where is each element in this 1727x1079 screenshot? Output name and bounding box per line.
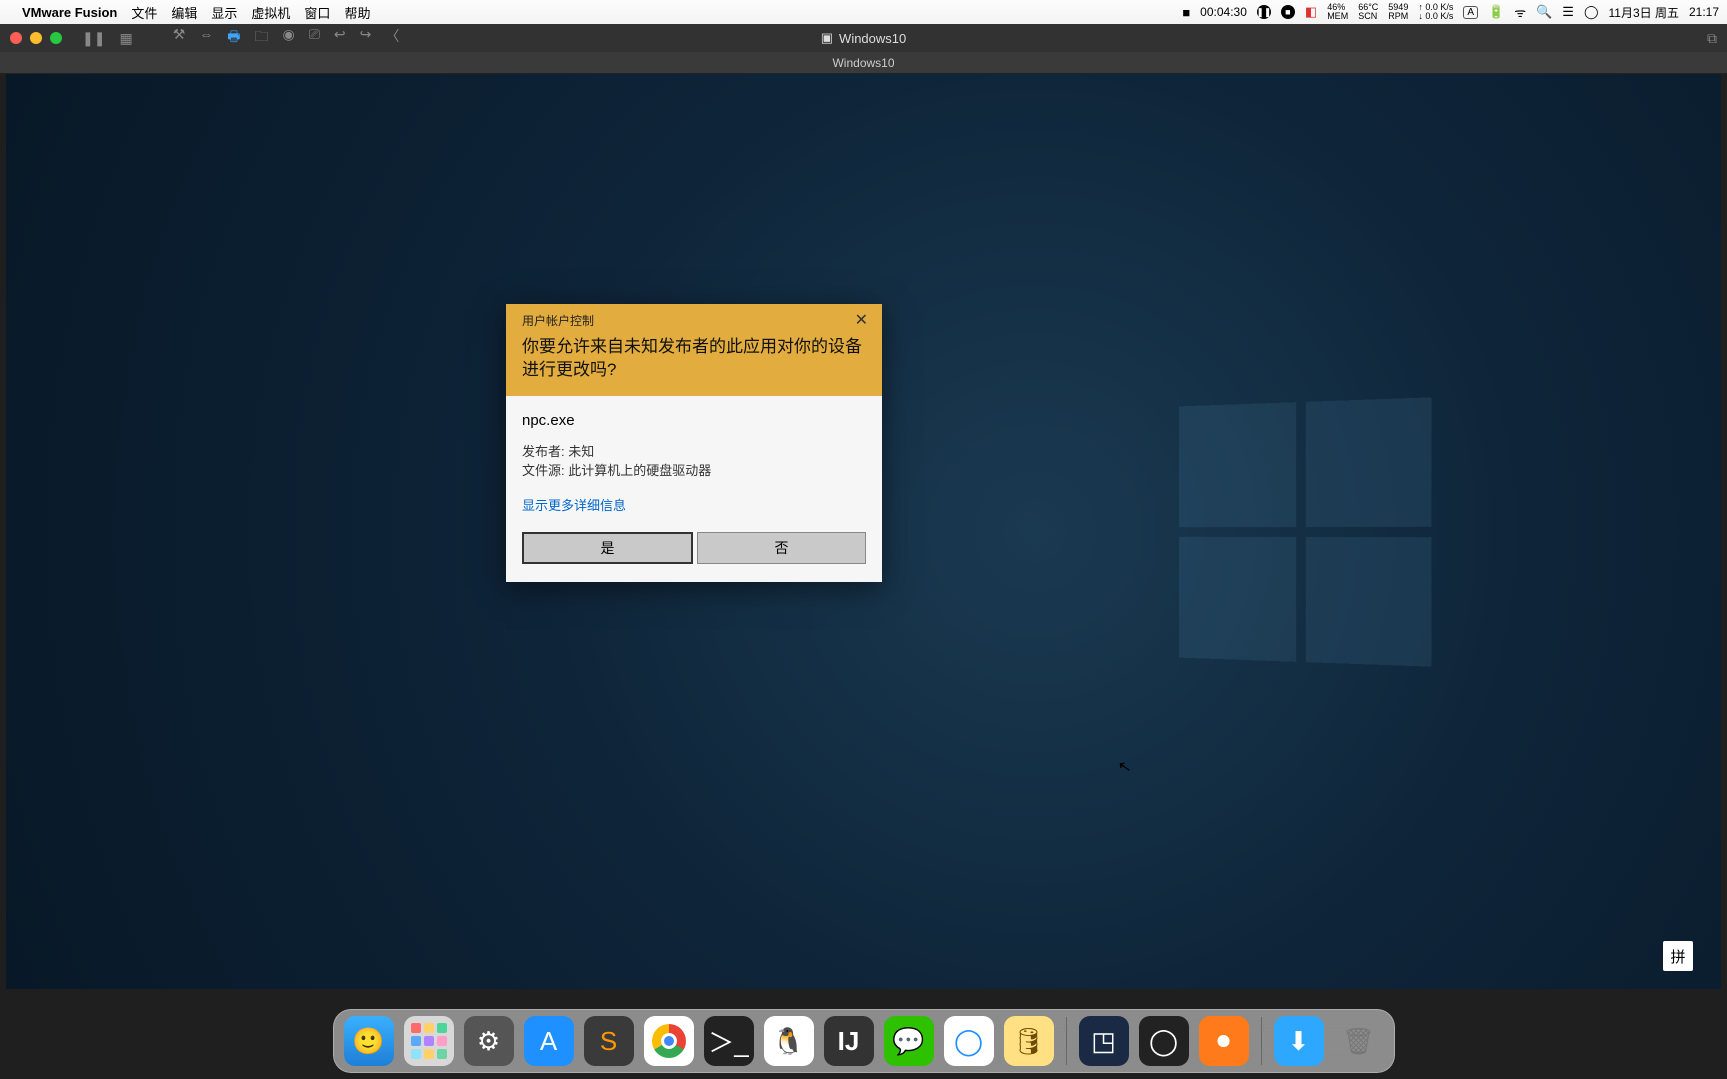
- pause-icon[interactable]: ❚❚: [82, 30, 105, 47]
- ime-badge[interactable]: 拼: [1663, 941, 1693, 971]
- mouse-cursor: ↖: [1116, 756, 1133, 778]
- tool-icon[interactable]: ⚒: [173, 26, 186, 50]
- dock-vmware[interactable]: ◳: [1079, 1016, 1129, 1066]
- battery-icon[interactable]: 🔋: [1488, 4, 1504, 20]
- close-button[interactable]: [10, 32, 22, 44]
- window-title: Windows10: [839, 31, 906, 46]
- dock-chrome[interactable]: [644, 1016, 694, 1066]
- status-icon[interactable]: ◧: [1305, 4, 1317, 20]
- camera-icon[interactable]: ⎚: [309, 26, 320, 50]
- vm-tab[interactable]: Windows10: [832, 56, 894, 70]
- dock-finder[interactable]: 🙂: [344, 1016, 394, 1066]
- chevron-left-icon[interactable]: 〈: [385, 26, 399, 50]
- uac-details-link[interactable]: 显示更多详细信息: [522, 495, 626, 514]
- dock-wechat[interactable]: 💬: [884, 1016, 934, 1066]
- net-stat: ↑ 0.0 K/s↓ 0.0 K/s: [1418, 3, 1453, 21]
- dock-settings[interactable]: ⚙: [464, 1016, 514, 1066]
- menubar-time[interactable]: 21:17: [1689, 5, 1719, 19]
- temp-stat: 66°CSCN: [1358, 3, 1378, 21]
- minimize-button[interactable]: [30, 32, 42, 44]
- uac-no-button[interactable]: 否: [697, 532, 866, 564]
- folder-icon[interactable]: 🗀: [254, 26, 268, 50]
- input-indicator[interactable]: A: [1463, 6, 1478, 19]
- uac-meta: 发布者: 未知 文件源: 此计算机上的硬盘驱动器: [522, 443, 866, 481]
- traffic-lights: [10, 32, 62, 44]
- wifi-icon[interactable]: ᯤ: [1514, 3, 1526, 21]
- print-icon[interactable]: 🖶: [227, 26, 240, 50]
- control-center-icon[interactable]: ☰: [1562, 4, 1574, 20]
- app-name[interactable]: VMware Fusion: [22, 5, 117, 20]
- dock-launchpad[interactable]: [404, 1016, 454, 1066]
- uac-program-name: npc.exe: [522, 412, 866, 429]
- close-icon[interactable]: ✕: [851, 310, 872, 330]
- popout-icon[interactable]: ⧉: [1707, 30, 1717, 47]
- menu-vm[interactable]: 虚拟机: [251, 3, 290, 22]
- stop-icon[interactable]: ■: [1281, 5, 1295, 19]
- menu-window[interactable]: 窗口: [304, 3, 330, 22]
- dock: 🙂 ⚙ A S ＞_ 🐧 IJ 💬 ◯ 🛢 ◳ ◯ ⏺ ⬇ 🗑: [333, 1009, 1395, 1073]
- menu-help[interactable]: 帮助: [344, 3, 370, 22]
- uac-yes-button[interactable]: 是: [522, 532, 693, 564]
- fullscreen-button[interactable]: [50, 32, 62, 44]
- dock-separator: [1261, 1017, 1262, 1065]
- dock-intellij[interactable]: IJ: [824, 1016, 874, 1066]
- dock-recorder[interactable]: ⏺: [1199, 1016, 1249, 1066]
- uac-publisher: 发布者: 未知: [522, 443, 866, 462]
- dock-trash[interactable]: 🗑: [1334, 1016, 1384, 1066]
- mac-menubar: VMware Fusion 文件 编辑 显示 虚拟机 窗口 帮助 ■ 00:04…: [0, 0, 1727, 24]
- menu-file[interactable]: 文件: [131, 3, 157, 22]
- vmware-titlebar: ❚❚ ▦ ⚒ ⇔ 🖶 🗀 ◉ ⎚ ↩ ↪ 〈 ▣ Windows10 ⧉: [0, 24, 1727, 52]
- menu-edit[interactable]: 编辑: [171, 3, 197, 22]
- uac-dialog: 用户帐户控制 ✕ 你要允许来自未知发布者的此应用对你的设备进行更改吗? npc.…: [506, 304, 882, 582]
- nav-back-icon[interactable]: ↩: [334, 26, 346, 50]
- search-icon[interactable]: 🔍: [1536, 4, 1552, 20]
- siri-icon[interactable]: ◯: [1584, 4, 1599, 20]
- disc-icon[interactable]: ◉: [282, 26, 294, 50]
- vm-icon: ▣: [821, 30, 833, 46]
- rpm-stat: 5949RPM: [1388, 3, 1408, 21]
- vm-tab-bar: Windows10: [0, 52, 1727, 74]
- pause-icon[interactable]: ❚❚: [1257, 5, 1271, 19]
- mem-stat: 46%MEM: [1327, 3, 1348, 21]
- dock-terminal[interactable]: ＞_: [704, 1016, 754, 1066]
- camera-icon[interactable]: ■: [1182, 5, 1190, 20]
- menubar-date[interactable]: 11月3日 周五: [1609, 4, 1679, 21]
- dock-separator: [1066, 1017, 1067, 1065]
- vm-viewport[interactable]: 拼 用户帐户控制 ✕ 你要允许来自未知发布者的此应用对你的设备进行更改吗? np…: [6, 74, 1721, 989]
- expand-icon[interactable]: ⇔: [199, 26, 213, 50]
- dock-obs[interactable]: ◯: [1139, 1016, 1189, 1066]
- uac-source: 文件源: 此计算机上的硬盘驱动器: [522, 462, 866, 481]
- nav-fwd-icon[interactable]: ↪: [360, 26, 372, 50]
- dock-appstore[interactable]: A: [524, 1016, 574, 1066]
- uac-question: 你要允许来自未知发布者的此应用对你的设备进行更改吗?: [506, 332, 882, 396]
- uac-titlebar-text: 用户帐户控制: [522, 312, 594, 329]
- dock-qq[interactable]: 🐧: [764, 1016, 814, 1066]
- dock-downloads[interactable]: ⬇: [1274, 1016, 1324, 1066]
- windows-logo: [1179, 397, 1432, 666]
- dock-app-circle[interactable]: ◯: [944, 1016, 994, 1066]
- snapshot-icon[interactable]: ▦: [119, 30, 132, 47]
- recording-time: 00:04:30: [1200, 5, 1247, 19]
- dock-sublime[interactable]: S: [584, 1016, 634, 1066]
- dock-navicat[interactable]: 🛢: [1004, 1016, 1054, 1066]
- menu-view[interactable]: 显示: [211, 3, 237, 22]
